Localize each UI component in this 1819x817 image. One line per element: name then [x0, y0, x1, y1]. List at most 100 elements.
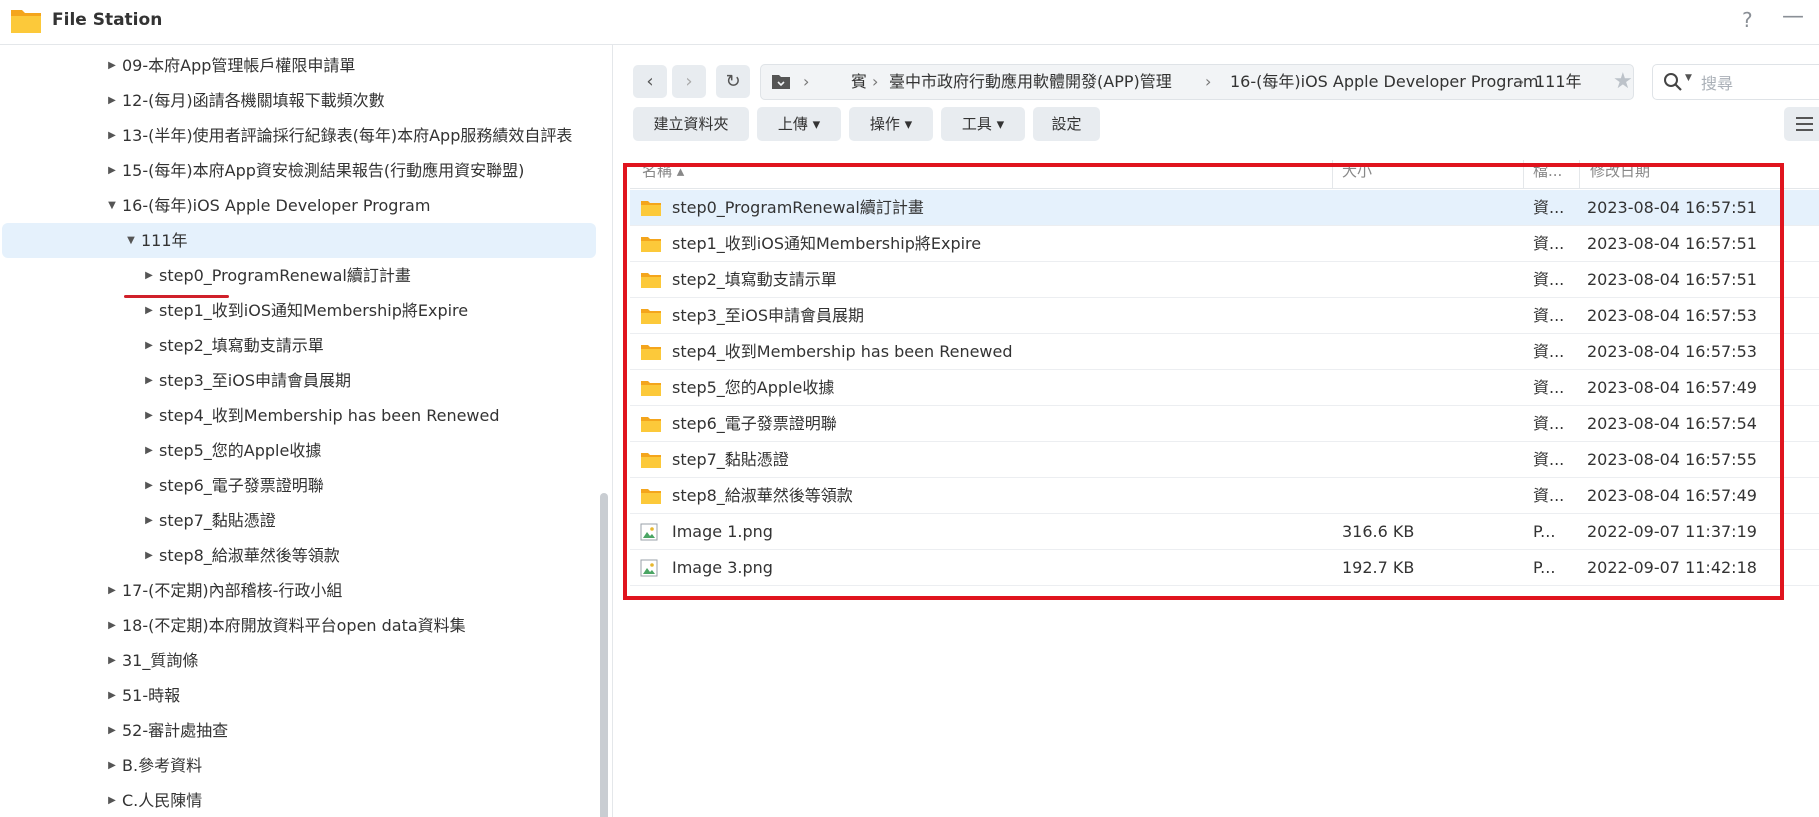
folder-icon: [640, 415, 662, 433]
file-row[interactable]: step6_電子發票證明聯 資... 2023-08-04 16:57:54: [630, 406, 1819, 442]
folder-icon: [772, 75, 790, 89]
tree-item-label: step7_黏貼憑證: [159, 511, 276, 530]
column-divider[interactable]: [1523, 160, 1524, 188]
column-divider[interactable]: [1579, 160, 1580, 188]
column-divider[interactable]: [1332, 160, 1333, 188]
file-type: 資...: [1533, 234, 1565, 253]
caret-right-icon[interactable]: ▶: [142, 538, 156, 573]
tree-item[interactable]: ▶ 31_質詢條: [0, 643, 598, 678]
search-icon[interactable]: [1663, 72, 1683, 92]
tree-item[interactable]: ▶ B.參考資料: [0, 748, 598, 783]
file-row[interactable]: step7_黏貼憑證 資... 2023-08-04 16:57:55: [630, 442, 1819, 478]
file-modified: 2023-08-04 16:57:55: [1587, 450, 1757, 469]
file-row[interactable]: step0_ProgramRenewal續訂計畫 資... 2023-08-04 1…: [630, 190, 1819, 226]
caret-right-icon[interactable]: ▶: [142, 468, 156, 503]
column-type[interactable]: 檔...: [1533, 160, 1562, 182]
file-row[interactable]: step1_收到iOS通知Membership將Expire 資... 2023-0…: [630, 226, 1819, 262]
breadcrumb-segment[interactable]: 臺中市政府行動應用軟體開發(APP)管理: [889, 65, 1172, 99]
tree-item[interactable]: ▶ step0_ProgramRenewal續訂計畫: [0, 258, 598, 293]
caret-right-icon[interactable]: ▶: [142, 363, 156, 398]
file-row[interactable]: step5_您的Apple收據 資... 2023-08-04 16:57:49: [630, 370, 1819, 406]
caret-right-icon[interactable]: ▶: [142, 503, 156, 538]
view-menu-icon[interactable]: [1784, 107, 1819, 141]
star-icon[interactable]: ★: [1613, 69, 1633, 94]
file-row[interactable]: step8_給淑華然後等領款 資... 2023-08-04 16:57:49: [630, 478, 1819, 514]
caret-right-icon[interactable]: ▶: [105, 713, 119, 748]
caret-down-icon[interactable]: ▼: [124, 223, 138, 258]
search-input[interactable]: [1699, 69, 1813, 97]
caret-right-icon[interactable]: ▶: [105, 643, 119, 678]
caret-right-icon[interactable]: ▶: [105, 48, 119, 83]
breadcrumb-segment[interactable]: 賓: [851, 65, 867, 99]
tree-item[interactable]: ▶ step4_收到Membership has been Renewed: [0, 398, 598, 433]
file-row[interactable]: step4_收到Membership has been Renewed 資... 2…: [630, 334, 1819, 370]
file-modified: 2022-09-07 11:42:18: [1587, 558, 1757, 577]
caret-right-icon[interactable]: ▶: [105, 118, 119, 153]
forward-button[interactable]: ›: [672, 65, 706, 98]
refresh-button[interactable]: ↻: [716, 65, 750, 98]
caret-right-icon[interactable]: ▶: [105, 573, 119, 608]
tree-item-label: 17-(不定期)內部稽核-行政小組: [122, 581, 343, 600]
tree-item[interactable]: ▼ 111年: [2, 223, 596, 258]
create-folder-button[interactable]: 建立資料夾: [633, 107, 749, 141]
upload-button[interactable]: 上傳 ▾: [757, 107, 841, 141]
tree-item[interactable]: ▶ C.人民陳情: [0, 783, 598, 817]
tree-item-label: step6_電子發票證明聯: [159, 476, 324, 495]
tree-item[interactable]: ▶ step7_黏貼憑證: [0, 503, 598, 538]
tree-item[interactable]: ▶ step5_您的Apple收據: [0, 433, 598, 468]
path-bar[interactable]: › 賓 › 臺中市政府行動應用軟體開發(APP)管理 › 16-(每年)iOS …: [760, 64, 1634, 100]
caret-right-icon[interactable]: ▶: [105, 608, 119, 643]
column-name[interactable]: 名稱 ▴: [642, 160, 684, 182]
tree-item-label: 52-審計處抽查: [122, 721, 229, 740]
tree-item[interactable]: ▶ step3_至iOS申請會員展期: [0, 363, 598, 398]
breadcrumb-segment[interactable]: 16-(每年)iOS Apple Developer Program: [1230, 65, 1538, 99]
column-modified[interactable]: 修改日期: [1590, 160, 1650, 182]
file-modified: 2023-08-04 16:57:53: [1587, 342, 1757, 361]
back-button[interactable]: ‹: [633, 65, 667, 98]
chevron-down-icon[interactable]: ▼: [1685, 73, 1692, 83]
file-name: step5_您的Apple收據: [672, 378, 835, 397]
help-button[interactable]: ?: [1742, 8, 1753, 32]
file-row[interactable]: Image 3.png 192.7 KB P... 2022-09-07 11:42:…: [630, 550, 1819, 586]
tree-item[interactable]: ▶ 52-審計處抽查: [0, 713, 598, 748]
tree-item[interactable]: ▶ step2_填寫動支請示單: [0, 328, 598, 363]
caret-right-icon[interactable]: ▶: [105, 678, 119, 713]
file-row[interactable]: step3_至iOS申請會員展期 資... 2023-08-04 16:57:53: [630, 298, 1819, 334]
tree-item[interactable]: ▶ 18-(不定期)本府開放資料平台open data資料集: [0, 608, 598, 643]
settings-button[interactable]: 設定: [1033, 107, 1100, 141]
tree-item-label: 16-(每年)iOS Apple Developer Program: [122, 196, 431, 215]
minimize-button[interactable]: —: [1782, 4, 1804, 29]
caret-right-icon[interactable]: ▶: [142, 293, 156, 328]
caret-down-icon[interactable]: ▼: [105, 188, 119, 223]
tree-item[interactable]: ▶ 15-(每年)本府App資安檢測結果報告(行動應用資安聯盟): [0, 153, 598, 188]
tree-item-label: B.參考資料: [122, 756, 203, 775]
search-box[interactable]: ▼: [1652, 64, 1819, 100]
tree-item[interactable]: ▶ 13-(半年)使用者評論採行紀錄表(每年)本府App服務績效自評表: [0, 118, 598, 153]
folder-icon: [640, 307, 662, 325]
tools-button[interactable]: 工具 ▾: [941, 107, 1025, 141]
tree-item[interactable]: ▶ step1_收到iOS通知Membership將Expire: [0, 293, 598, 328]
caret-right-icon[interactable]: ▶: [105, 153, 119, 188]
tree-item[interactable]: ▶ step6_電子發票證明聯: [0, 468, 598, 503]
tree-item[interactable]: ▼ 16-(每年)iOS Apple Developer Program: [0, 188, 598, 223]
caret-right-icon[interactable]: ▶: [105, 83, 119, 118]
caret-right-icon[interactable]: ▶: [142, 398, 156, 433]
file-row[interactable]: step2_填寫動支請示單 資... 2023-08-04 16:57:51: [630, 262, 1819, 298]
tree-item[interactable]: ▶ step8_給淑華然後等領款: [0, 538, 598, 573]
caret-right-icon[interactable]: ▶: [142, 328, 156, 363]
tree-item[interactable]: ▶ 09-本府App管理帳戶權限申請單: [0, 48, 598, 83]
breadcrumb-current[interactable]: 111年: [1535, 65, 1582, 99]
tree-item[interactable]: ▶ 17-(不定期)內部稽核-行政小組: [0, 573, 598, 608]
column-size[interactable]: 大小: [1342, 160, 1372, 182]
tree-item[interactable]: ▶ 51-時報: [0, 678, 598, 713]
tree-item[interactable]: ▶ 12-(每月)函請各機關填報下載頻次數: [0, 83, 598, 118]
action-button[interactable]: 操作 ▾: [849, 107, 933, 141]
tree-item-label: 111年: [141, 231, 188, 250]
caret-right-icon[interactable]: ▶: [105, 783, 119, 817]
caret-right-icon[interactable]: ▶: [142, 258, 156, 293]
file-row[interactable]: Image 1.png 316.6 KB P... 2022-09-07 11:37:…: [630, 514, 1819, 550]
file-type: 資...: [1533, 342, 1565, 361]
tree-scrollbar[interactable]: [600, 493, 608, 817]
caret-right-icon[interactable]: ▶: [142, 433, 156, 468]
caret-right-icon[interactable]: ▶: [105, 748, 119, 783]
